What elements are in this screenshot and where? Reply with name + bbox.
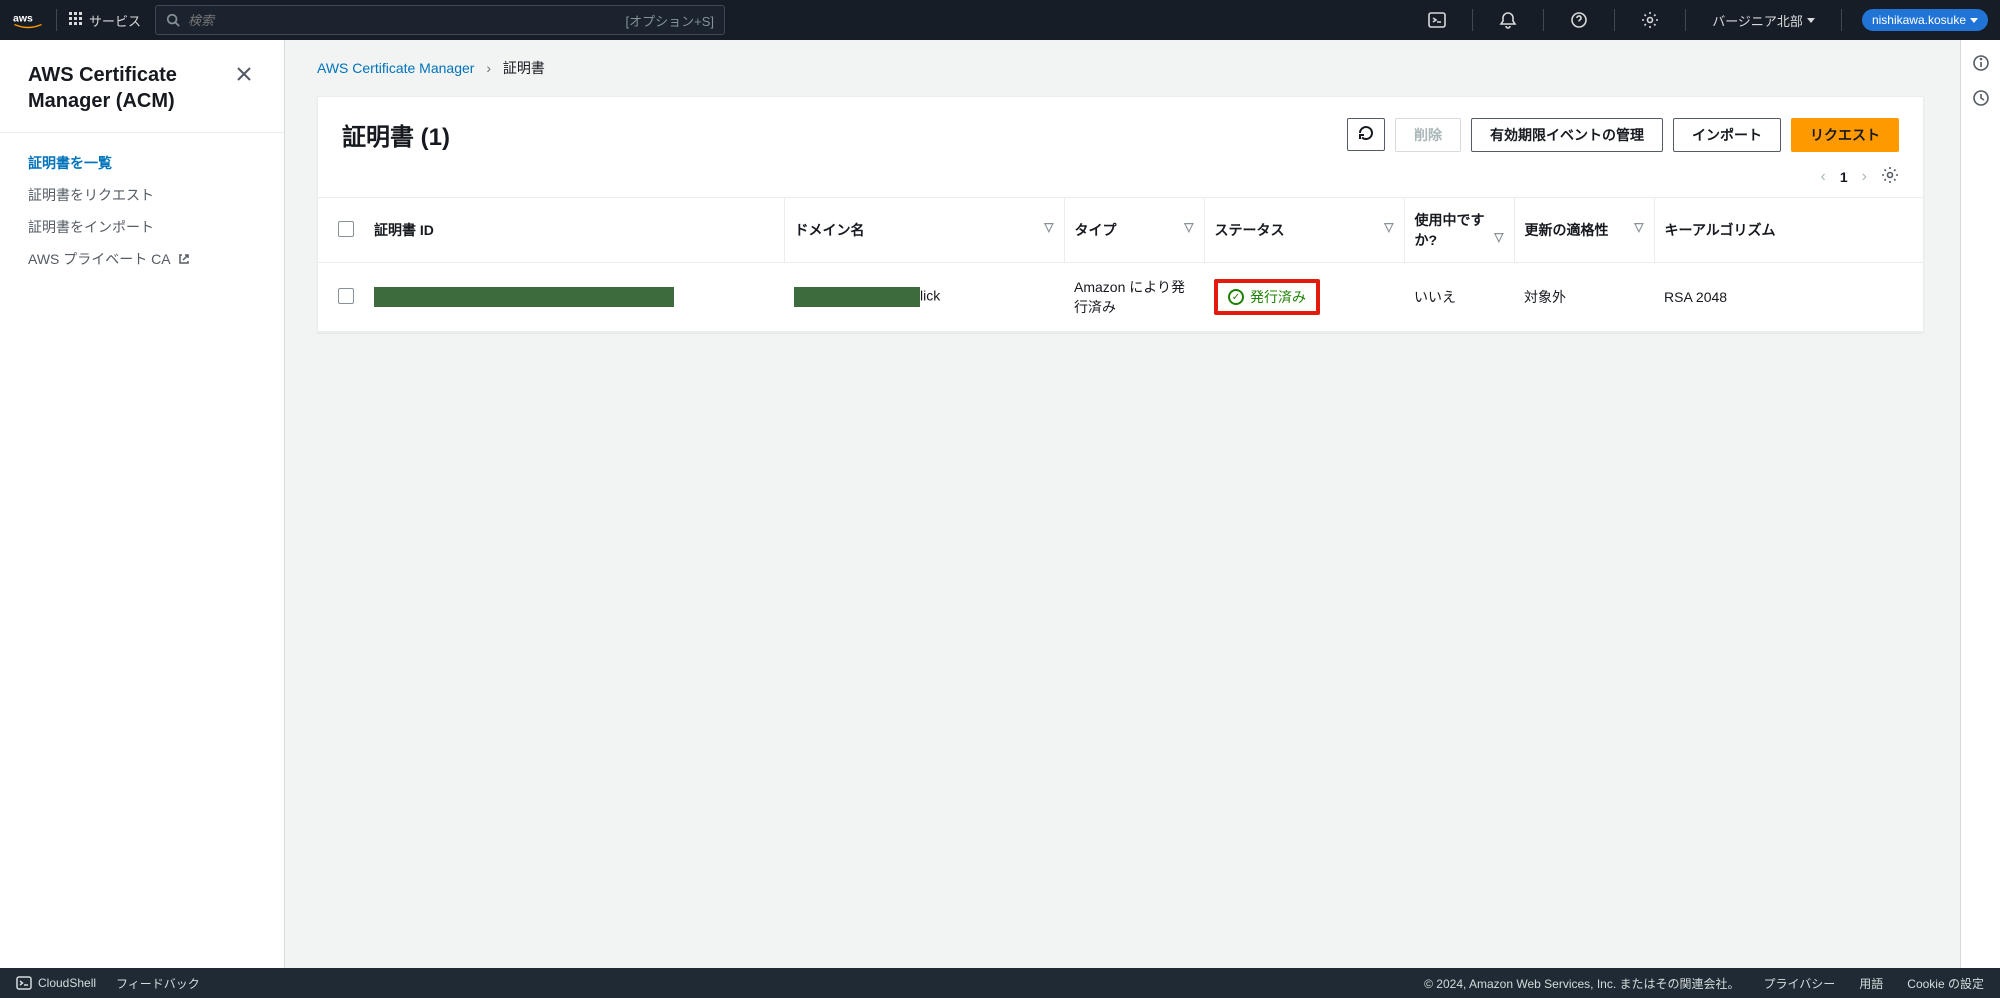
certificates-table: 証明書 ID ドメイン名▽ タイプ▽ ステータス▽ 使用中ですか?▽ 更新の適格… [318, 197, 1923, 332]
terms-link[interactable]: 用語 [1859, 975, 1883, 992]
sidebar-item-privateca[interactable]: AWS プライベート CA [0, 243, 284, 275]
col-domain[interactable]: ドメイン名▽ [784, 198, 1064, 263]
row-checkbox[interactable] [338, 288, 354, 304]
settings-icon[interactable] [1627, 11, 1673, 29]
sort-icon: ▽ [1494, 230, 1503, 244]
status-badge: ✓ 発行済み [1214, 279, 1320, 315]
status-text: 発行済み [1250, 287, 1306, 307]
cell-inuse: いいえ [1404, 263, 1514, 332]
top-nav: aws サービス [オプション+S] バージニア北部 nishikawa.kos… [0, 0, 2000, 40]
search-input[interactable] [188, 13, 626, 28]
search-hint: [オプション+S] [626, 11, 715, 30]
col-status[interactable]: ステータス▽ [1204, 198, 1404, 263]
refresh-button[interactable] [1347, 118, 1385, 151]
col-id[interactable]: 証明書 ID [364, 198, 784, 263]
sort-icon: ▽ [1384, 220, 1393, 234]
sort-icon: ▽ [1044, 220, 1053, 234]
panel-actions: 削除 有効期限イベントの管理 インポート リクエスト [1347, 118, 1899, 152]
check-circle-icon: ✓ [1228, 289, 1244, 305]
sidebar-item-request[interactable]: 証明書をリクエスト [0, 179, 284, 211]
sidebar-title: AWS Certificate Manager (ACM) [28, 62, 232, 114]
request-button[interactable]: リクエスト [1791, 118, 1899, 152]
page-next: › [1862, 168, 1867, 186]
breadcrumb-root[interactable]: AWS Certificate Manager [317, 60, 474, 76]
notifications-icon[interactable] [1485, 11, 1531, 29]
sidebar: AWS Certificate Manager (ACM) 証明書を一覧 証明書… [0, 40, 285, 968]
manage-expiry-button[interactable]: 有効期限イベントの管理 [1471, 118, 1663, 152]
breadcrumb: AWS Certificate Manager › 証明書 [317, 58, 1924, 78]
certificates-panel: 証明書 (1) 削除 有効期限イベントの管理 インポート リクエスト ‹ 1 › [317, 96, 1924, 333]
services-menu[interactable]: サービス [69, 11, 141, 30]
col-inuse[interactable]: 使用中ですか?▽ [1404, 198, 1514, 263]
cloudshell-link[interactable]: CloudShell [16, 975, 96, 991]
sort-icon: ▽ [1634, 220, 1643, 234]
search-box[interactable]: [オプション+S] [155, 5, 725, 35]
copyright: © 2024, Amazon Web Services, Inc. またはその関… [1424, 975, 1739, 992]
cell-id [364, 263, 784, 332]
region-label: バージニア北部 [1712, 11, 1803, 30]
sidebar-nav: 証明書を一覧 証明書をリクエスト 証明書をインポート AWS プライベート CA [0, 133, 284, 289]
region-selector[interactable]: バージニア北部 [1698, 11, 1829, 30]
cell-renewal: 対象外 [1514, 263, 1654, 332]
page-number: 1 [1840, 169, 1848, 185]
search-icon [166, 13, 180, 27]
cell-type: Amazon により発行済み [1064, 263, 1204, 332]
services-label: サービス [89, 11, 141, 30]
external-link-icon [178, 252, 190, 268]
topnav-right: バージニア北部 nishikawa.kosuke [1414, 9, 1988, 31]
cell-status: ✓ 発行済み [1204, 263, 1404, 332]
panel-header: 証明書 (1) 削除 有効期限イベントの管理 インポート リクエスト [318, 97, 1923, 160]
delete-button[interactable]: 削除 [1395, 118, 1461, 152]
grid-icon [69, 12, 83, 29]
sort-icon: ▽ [1184, 220, 1193, 234]
account-label: nishikawa.kosuke [1872, 13, 1966, 27]
cookie-link[interactable]: Cookie の設定 [1907, 975, 1984, 992]
footer: CloudShell フィードバック © 2024, Amazon Web Se… [0, 968, 2000, 998]
redacted-domain [794, 287, 920, 307]
cloudshell-icon[interactable] [1414, 11, 1460, 29]
chevron-right-icon: › [486, 60, 491, 76]
sidebar-item-import[interactable]: 証明書をインポート [0, 211, 284, 243]
pagination: ‹ 1 › [318, 160, 1923, 197]
sidebar-item-list[interactable]: 証明書を一覧 [0, 147, 284, 179]
aws-logo[interactable]: aws [12, 11, 44, 29]
feedback-link[interactable]: フィードバック [116, 975, 200, 992]
help-icon[interactable] [1556, 11, 1602, 29]
privacy-link[interactable]: プライバシー [1764, 975, 1836, 992]
cell-algo: RSA 2048 [1654, 263, 1923, 332]
clock-icon[interactable] [1972, 89, 1990, 110]
select-all-checkbox[interactable] [338, 221, 354, 237]
main-content: AWS Certificate Manager › 証明書 証明書 (1) 削除… [285, 40, 1960, 968]
col-algo[interactable]: キーアルゴリズム [1654, 198, 1923, 263]
table-row[interactable]: lick Amazon により発行済み ✓ 発行済み いいえ 対象外 RSA 2… [318, 263, 1923, 332]
col-renewal[interactable]: 更新の適格性▽ [1514, 198, 1654, 263]
panel-title: 証明書 (1) [342, 117, 450, 152]
import-button[interactable]: インポート [1673, 118, 1781, 152]
caret-down-icon [1807, 18, 1815, 23]
table-settings[interactable] [1881, 166, 1899, 187]
info-icon[interactable] [1972, 54, 1990, 75]
separator [56, 9, 57, 31]
app-body: AWS Certificate Manager (ACM) 証明書を一覧 証明書… [0, 40, 2000, 968]
account-menu[interactable]: nishikawa.kosuke [1862, 9, 1988, 31]
breadcrumb-current: 証明書 [503, 60, 545, 76]
redacted-id [374, 287, 674, 307]
caret-down-icon [1970, 18, 1978, 23]
right-rail [1960, 40, 2000, 968]
table-header-row: 証明書 ID ドメイン名▽ タイプ▽ ステータス▽ 使用中ですか?▽ 更新の適格… [318, 198, 1923, 263]
svg-text:aws: aws [13, 13, 33, 25]
cell-domain: lick [784, 263, 1064, 332]
page-prev: ‹ [1821, 168, 1826, 186]
sidebar-close[interactable] [232, 62, 256, 89]
col-type[interactable]: タイプ▽ [1064, 198, 1204, 263]
sidebar-header: AWS Certificate Manager (ACM) [0, 40, 284, 133]
